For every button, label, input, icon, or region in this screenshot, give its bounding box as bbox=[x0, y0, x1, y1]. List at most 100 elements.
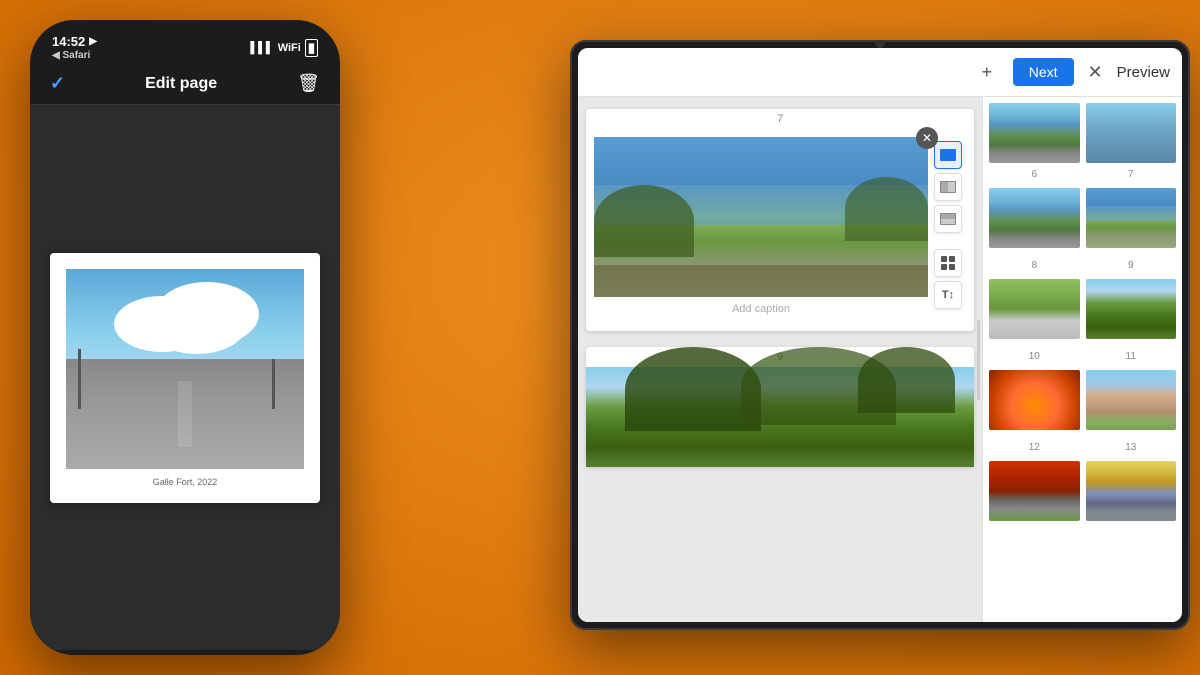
signal-icon: ▌▌▌ bbox=[250, 42, 273, 54]
preview-num-8: 8 bbox=[989, 260, 1080, 271]
phone-time: 14:52 ▶ bbox=[52, 34, 97, 49]
caption-area[interactable]: Add caption bbox=[594, 297, 928, 323]
sunset-photo-10 bbox=[989, 370, 1080, 430]
add-button[interactable]: + bbox=[971, 56, 1003, 88]
phone-status-icons: ▌▌▌ WiFi ▮ bbox=[250, 39, 318, 57]
preview-num-12: 12 bbox=[989, 442, 1080, 453]
tablet-device: + Next ✕ Preview 7 ✕ bbox=[570, 40, 1190, 630]
preview-thumb-13[interactable] bbox=[1086, 461, 1177, 521]
preview-thumb-5a[interactable] bbox=[989, 103, 1080, 163]
lake-photo bbox=[594, 137, 928, 297]
editor-area: 7 ✕ Add bbox=[578, 97, 982, 622]
time-label: 14:52 bbox=[52, 34, 85, 49]
phone-screen: 14:52 ▶ ◀ Safari ▌▌▌ WiFi ▮ ✓ Edit page … bbox=[30, 20, 340, 655]
preview-item-6 bbox=[989, 188, 1080, 248]
preview-row-89 bbox=[989, 279, 1176, 339]
preview-num-10: 10 bbox=[989, 351, 1080, 362]
preview-row-top bbox=[989, 103, 1176, 163]
preview-item-5b bbox=[1086, 103, 1177, 163]
close-button[interactable]: ✕ bbox=[1084, 58, 1107, 87]
tool-spacer bbox=[934, 237, 966, 245]
phone-content: Galle Fort, 2022 bbox=[30, 105, 340, 650]
layout-tool-1[interactable] bbox=[934, 141, 962, 169]
preview-num-13: 13 bbox=[1086, 442, 1177, 453]
delete-button[interactable]: 🗑 bbox=[297, 73, 320, 94]
preview-item-7 bbox=[1086, 188, 1177, 248]
phone-photo bbox=[66, 269, 304, 469]
battery-icon: ▮ bbox=[305, 39, 318, 57]
tablet-main: 7 ✕ Add bbox=[578, 97, 1182, 622]
preview-thumb-10[interactable] bbox=[989, 370, 1080, 430]
next-button[interactable]: Next bbox=[1013, 58, 1074, 86]
page-number-7: 7 bbox=[586, 109, 974, 129]
page-block-7: 7 ✕ Add bbox=[586, 109, 974, 331]
phone-notch bbox=[125, 20, 245, 48]
preview-num-11: 11 bbox=[1086, 351, 1177, 362]
photo-caption[interactable]: Galle Fort, 2022 bbox=[66, 477, 304, 487]
page7-tools: T↕ bbox=[934, 137, 966, 309]
phone-photo-road bbox=[66, 359, 304, 469]
preview-item-9 bbox=[1086, 279, 1177, 339]
tablet-camera bbox=[875, 40, 885, 48]
page9-photo bbox=[586, 367, 974, 467]
preview-panel: 6 7 bbox=[982, 97, 1182, 622]
preview-item-8 bbox=[989, 279, 1080, 339]
preview-item-11 bbox=[1086, 370, 1177, 430]
text-tool-button[interactable]: T↕ bbox=[934, 281, 962, 309]
safari-back-label[interactable]: ◀ Safari bbox=[52, 50, 97, 61]
page-title: Edit page bbox=[145, 75, 217, 93]
confirm-button[interactable]: ✓ bbox=[50, 73, 65, 94]
preview-thumb-7[interactable] bbox=[1086, 188, 1177, 248]
preview-row-67 bbox=[989, 188, 1176, 248]
tablet-screen: + Next ✕ Preview 7 ✕ bbox=[578, 48, 1182, 622]
waterfront-photo bbox=[989, 103, 1080, 163]
wifi-icon: WiFi bbox=[278, 42, 301, 54]
page7-content: ✕ Add caption bbox=[586, 129, 974, 331]
page-block-9: 9 bbox=[586, 347, 974, 467]
preview-item-10 bbox=[989, 370, 1080, 430]
page7-photo-area: ✕ Add caption bbox=[594, 137, 928, 323]
preview-row-1213 bbox=[989, 461, 1176, 521]
page7-photo bbox=[594, 137, 928, 297]
layout-tool-2[interactable] bbox=[934, 173, 962, 201]
garden-photo-8 bbox=[989, 279, 1080, 339]
resort-photo-11 bbox=[1086, 370, 1177, 430]
layout-icon-button[interactable] bbox=[934, 249, 962, 277]
phone-photo-cloud bbox=[137, 299, 217, 339]
waterfront-photo-6 bbox=[989, 188, 1080, 248]
tree-photo-9 bbox=[1086, 279, 1177, 339]
phone-nav-bar: ✓ Edit page 🗑 bbox=[30, 65, 340, 105]
add-icon: + bbox=[981, 62, 992, 83]
preview-numbers-row-1213: 12 13 bbox=[989, 442, 1176, 453]
preview-label: Preview bbox=[1117, 64, 1170, 81]
phone-page-card: Galle Fort, 2022 bbox=[50, 253, 320, 503]
preview-thumb-5b[interactable] bbox=[1086, 103, 1177, 163]
preview-thumb-11[interactable] bbox=[1086, 370, 1177, 430]
scroll-indicator bbox=[977, 320, 980, 400]
preview-item-12 bbox=[989, 461, 1080, 521]
tablet-toolbar: + Next ✕ Preview bbox=[578, 48, 1182, 97]
photo-close-button[interactable]: ✕ bbox=[916, 127, 938, 149]
phone-status-left: 14:52 ▶ ◀ Safari bbox=[52, 34, 97, 61]
preview-thumb-8[interactable] bbox=[989, 279, 1080, 339]
preview-num-7: 7 bbox=[1086, 169, 1177, 180]
colorful-photo-13 bbox=[1086, 461, 1177, 521]
phone-device: 14:52 ▶ ◀ Safari ▌▌▌ WiFi ▮ ✓ Edit page … bbox=[30, 20, 340, 655]
preview-numbers-row-89: 8 9 bbox=[989, 260, 1176, 271]
bottom-photo-12 bbox=[989, 461, 1080, 521]
layout-tool-3[interactable] bbox=[934, 205, 962, 233]
preview-numbers-row-67: 6 7 bbox=[989, 169, 1176, 180]
pole-left bbox=[78, 349, 81, 409]
preview-thumb-6[interactable] bbox=[989, 188, 1080, 248]
preview-row-1011 bbox=[989, 370, 1176, 430]
location-icon: ▶ bbox=[89, 36, 97, 47]
preview-item-5a bbox=[989, 103, 1080, 163]
tree-canopy-photo bbox=[586, 367, 974, 467]
preview-grid: 6 7 bbox=[989, 103, 1176, 521]
lake-photo-7 bbox=[1086, 188, 1177, 248]
preview-item-13 bbox=[1086, 461, 1177, 521]
preview-thumb-9[interactable] bbox=[1086, 279, 1177, 339]
preview-num-6: 6 bbox=[989, 169, 1080, 180]
preview-thumb-12[interactable] bbox=[989, 461, 1080, 521]
pole-right bbox=[272, 359, 275, 409]
